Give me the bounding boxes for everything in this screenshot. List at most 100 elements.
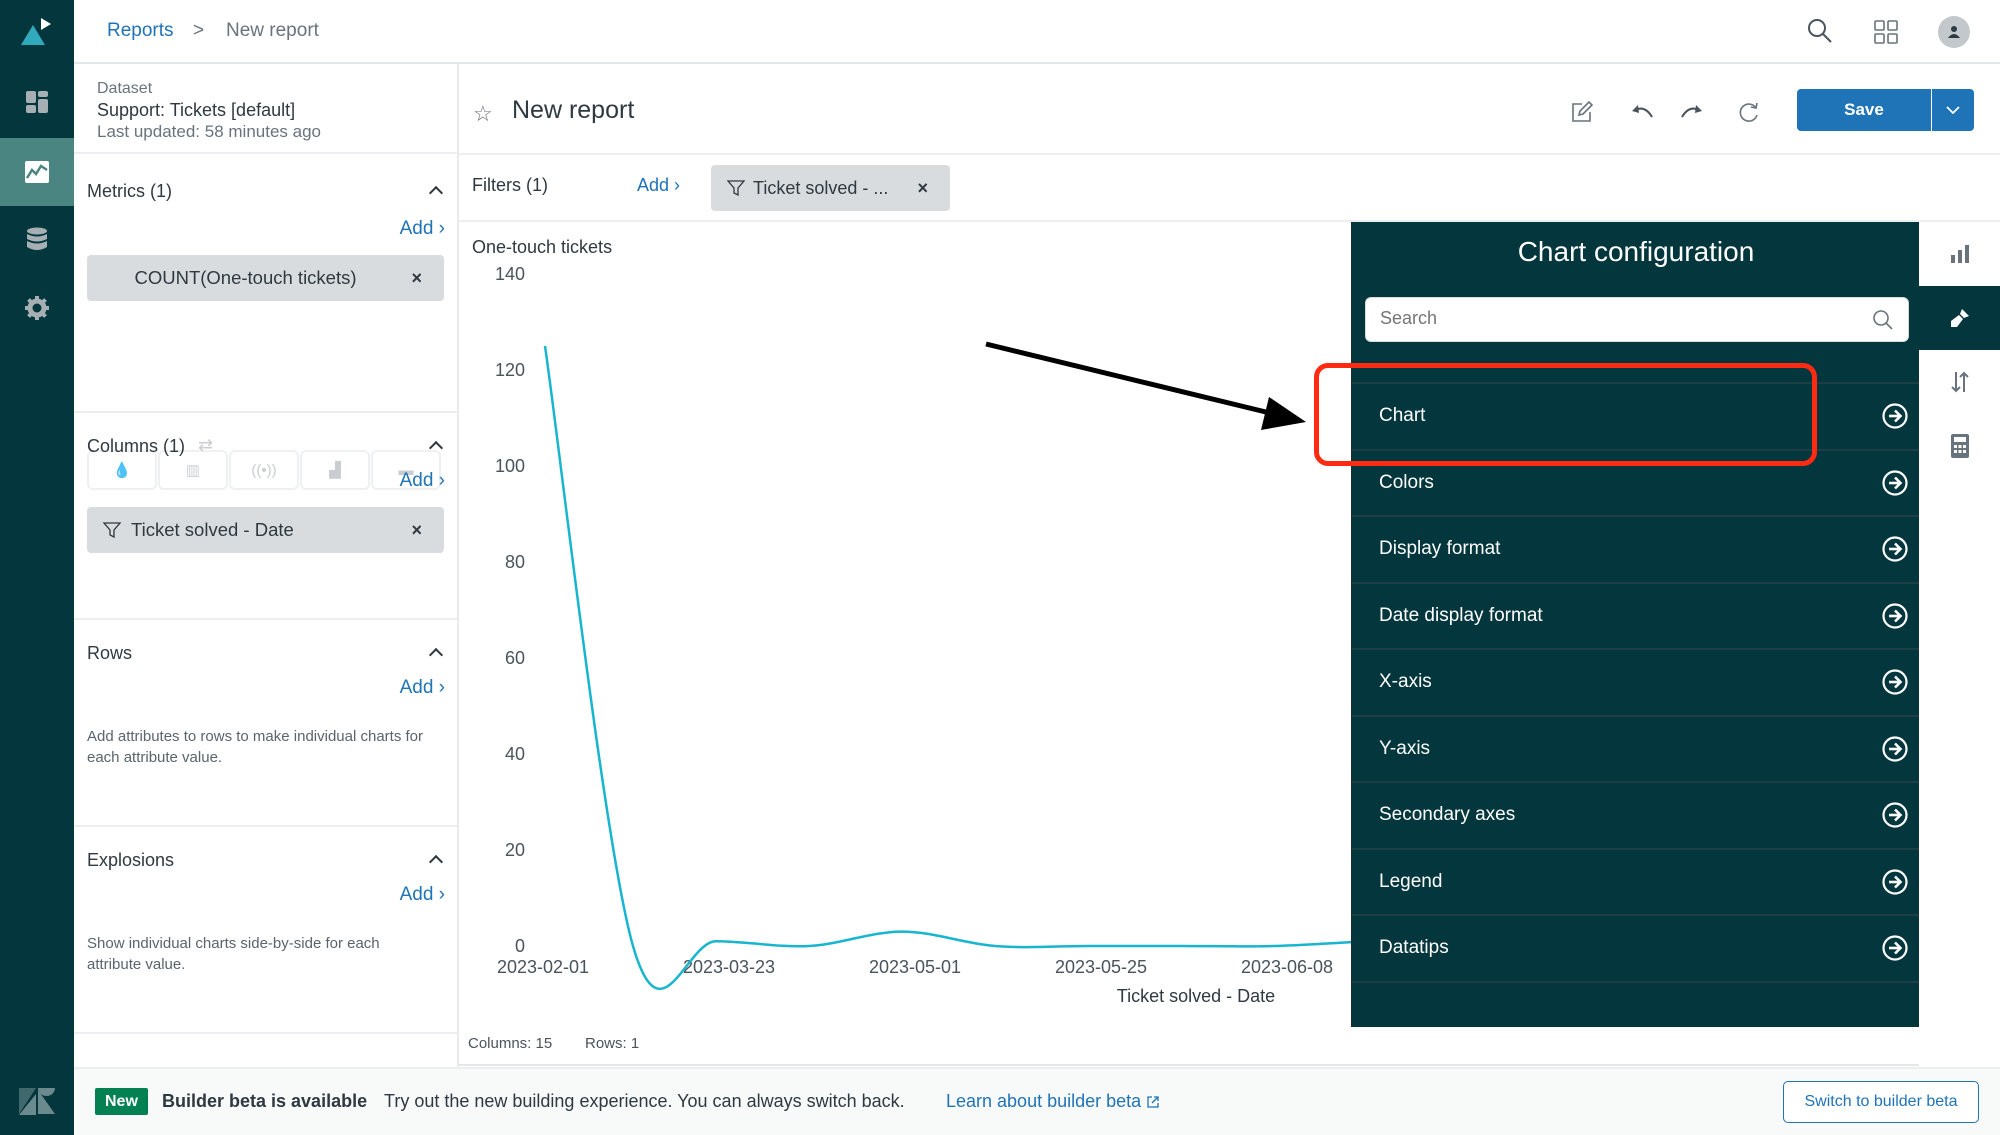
rows-count: Rows: 1	[585, 1035, 640, 1052]
config-item-label: Y-axis	[1379, 737, 1431, 759]
y-tick-label: 140	[495, 264, 525, 284]
arrow-circle-right-icon	[1882, 802, 1908, 828]
y-tick-label: 100	[495, 456, 525, 476]
redo-icon	[1681, 105, 1702, 118]
breadcrumb-reports[interactable]: Reports	[107, 20, 174, 42]
chevron-down-icon	[1946, 106, 1960, 114]
save-button[interactable]: Save	[1797, 89, 1931, 131]
arrow-circle-right-icon	[1882, 403, 1908, 429]
rail-calculations[interactable]	[1919, 414, 2000, 478]
arrow-head-icon	[1261, 397, 1306, 430]
report-title[interactable]: New report	[512, 96, 634, 125]
learn-link-label: Learn about builder beta	[946, 1091, 1142, 1111]
edit-title-button[interactable]	[1568, 98, 1596, 126]
metrics-add-link[interactable]: Add ›	[400, 218, 445, 240]
config-item-display-format[interactable]: Display format	[1352, 515, 1920, 581]
dataset-updated: Last updated: 58 minutes ago	[97, 122, 321, 141]
config-item-y-axis[interactable]: Y-axis	[1352, 714, 1920, 781]
config-item-label: Legend	[1379, 870, 1443, 892]
breadcrumb-current: New report	[226, 20, 319, 41]
nav-datasets[interactable]	[0, 206, 74, 274]
config-item-x-axis[interactable]: X-axis	[1352, 648, 1920, 714]
remove-column-icon[interactable]: ×	[411, 520, 422, 541]
refresh-button[interactable]	[1735, 98, 1763, 126]
config-item-label: Display format	[1379, 538, 1501, 559]
x-tick-label: 2023-02-01	[497, 957, 589, 977]
rows-section: Rows Add › Add attributes to rows to mak…	[74, 620, 457, 827]
learn-builder-beta-link[interactable]: Learn about builder beta	[946, 1091, 1160, 1112]
metrics-collapse-icon[interactable]	[428, 185, 444, 201]
report-title-row: ☆ New report	[459, 64, 2000, 155]
rail-chart-configuration[interactable]	[1919, 286, 2000, 350]
arrow-circle-right-icon	[1882, 735, 1908, 762]
top-bar: Reports > New report	[74, 0, 2000, 64]
columns-add-link[interactable]: Add ›	[400, 470, 445, 492]
arrow-circle-right-icon	[1882, 602, 1908, 629]
breadcrumb-separator: >	[193, 20, 205, 41]
rows-collapse-icon[interactable]	[428, 647, 444, 663]
favorite-star-icon[interactable]: ☆	[473, 101, 493, 127]
explosions-hint: Show individual charts side-by-side for …	[87, 935, 380, 973]
config-search[interactable]	[1365, 297, 1909, 342]
rail-visualization[interactable]	[1919, 222, 2000, 286]
product-tray-button[interactable]	[1874, 20, 1898, 49]
redo-button[interactable]	[1677, 98, 1705, 126]
explosions-section: Explosions Add › Show individual charts …	[74, 827, 457, 1034]
dataset-label: Dataset	[97, 80, 153, 97]
calculator-icon	[1950, 434, 1969, 458]
arrow-circle-right-icon	[1882, 669, 1908, 695]
user-avatar[interactable]	[1938, 16, 1970, 48]
config-item-datatips[interactable]: Datatips	[1352, 914, 1920, 980]
y-tick-label: 120	[495, 360, 525, 380]
nav-settings[interactable]	[0, 274, 74, 342]
x-tick-label: 2023-06-08	[1241, 957, 1333, 977]
config-item-secondary-axes[interactable]: Secondary axes	[1352, 781, 1920, 847]
rows-add-link[interactable]: Add ›	[400, 677, 445, 699]
series-line-one-touch-tickets[interactable]	[543, 345, 1368, 991]
dataset-name[interactable]: Support: Tickets [default]	[97, 100, 295, 121]
nav-dashboards[interactable]	[0, 68, 74, 136]
arrow-circle-right-icon	[1882, 868, 1908, 895]
sort-icon	[1950, 371, 1969, 393]
save-options-button[interactable]	[1932, 89, 1974, 131]
filter-chip[interactable]: Ticket solved - ... ×	[711, 165, 950, 211]
builder-beta-banner: New Builder beta is available Try out th…	[74, 1067, 2000, 1135]
config-item-label: X-axis	[1379, 671, 1432, 692]
divider	[459, 1064, 1921, 1066]
zendesk-logo[interactable]	[0, 1070, 74, 1134]
remove-metric-icon[interactable]: ×	[411, 268, 422, 289]
explosions-collapse-icon[interactable]	[428, 854, 444, 870]
rail-sort[interactable]	[1919, 350, 2000, 414]
filters-add-link[interactable]: Add ›	[637, 175, 680, 196]
swap-axes-icon[interactable]: ⇄	[198, 435, 213, 456]
explore-logo[interactable]	[0, 0, 74, 64]
nav-reports[interactable]	[0, 138, 74, 206]
bar-chart-icon	[1950, 245, 1969, 263]
undo-button[interactable]	[1629, 98, 1657, 126]
rows-hint: Add attributes to rows to make individua…	[87, 728, 423, 766]
y-tick-label: 60	[505, 648, 525, 668]
metric-pill[interactable]: COUNT(One-touch tickets) ×	[87, 255, 444, 301]
search-button[interactable]	[1807, 18, 1833, 49]
report-builder-panel: Dataset Support: Tickets [default] Last …	[74, 64, 459, 1067]
config-item-legend[interactable]: Legend	[1352, 847, 1920, 914]
filter-funnel-icon	[103, 522, 121, 538]
explosions-add-link[interactable]: Add ›	[400, 884, 445, 906]
remove-filter-icon[interactable]: ×	[917, 178, 928, 199]
y-tick-label: 20	[505, 840, 525, 860]
arrow-circle-right-icon	[1882, 536, 1908, 562]
x-tick-label: 2023-05-25	[1055, 957, 1147, 977]
database-icon	[27, 227, 47, 250]
x-tick-label: 2023-05-01	[869, 957, 961, 977]
filter-chip-label: Ticket solved - ...	[753, 177, 889, 198]
switch-to-builder-beta-button[interactable]: Switch to builder beta	[1783, 1081, 1979, 1123]
explore-logo-icon	[21, 18, 51, 45]
columns-collapse-icon[interactable]	[428, 440, 444, 456]
reports-chart-icon	[25, 161, 49, 183]
paintbrush-icon	[1950, 309, 1969, 327]
config-search-input[interactable]	[1366, 298, 1846, 339]
config-item-date-display-format[interactable]: Date display format	[1352, 581, 1920, 648]
grid-apps-icon	[1874, 20, 1898, 44]
column-pill[interactable]: Ticket solved - Date ×	[87, 507, 444, 553]
banner-headline: Builder beta is available	[162, 1091, 368, 1111]
